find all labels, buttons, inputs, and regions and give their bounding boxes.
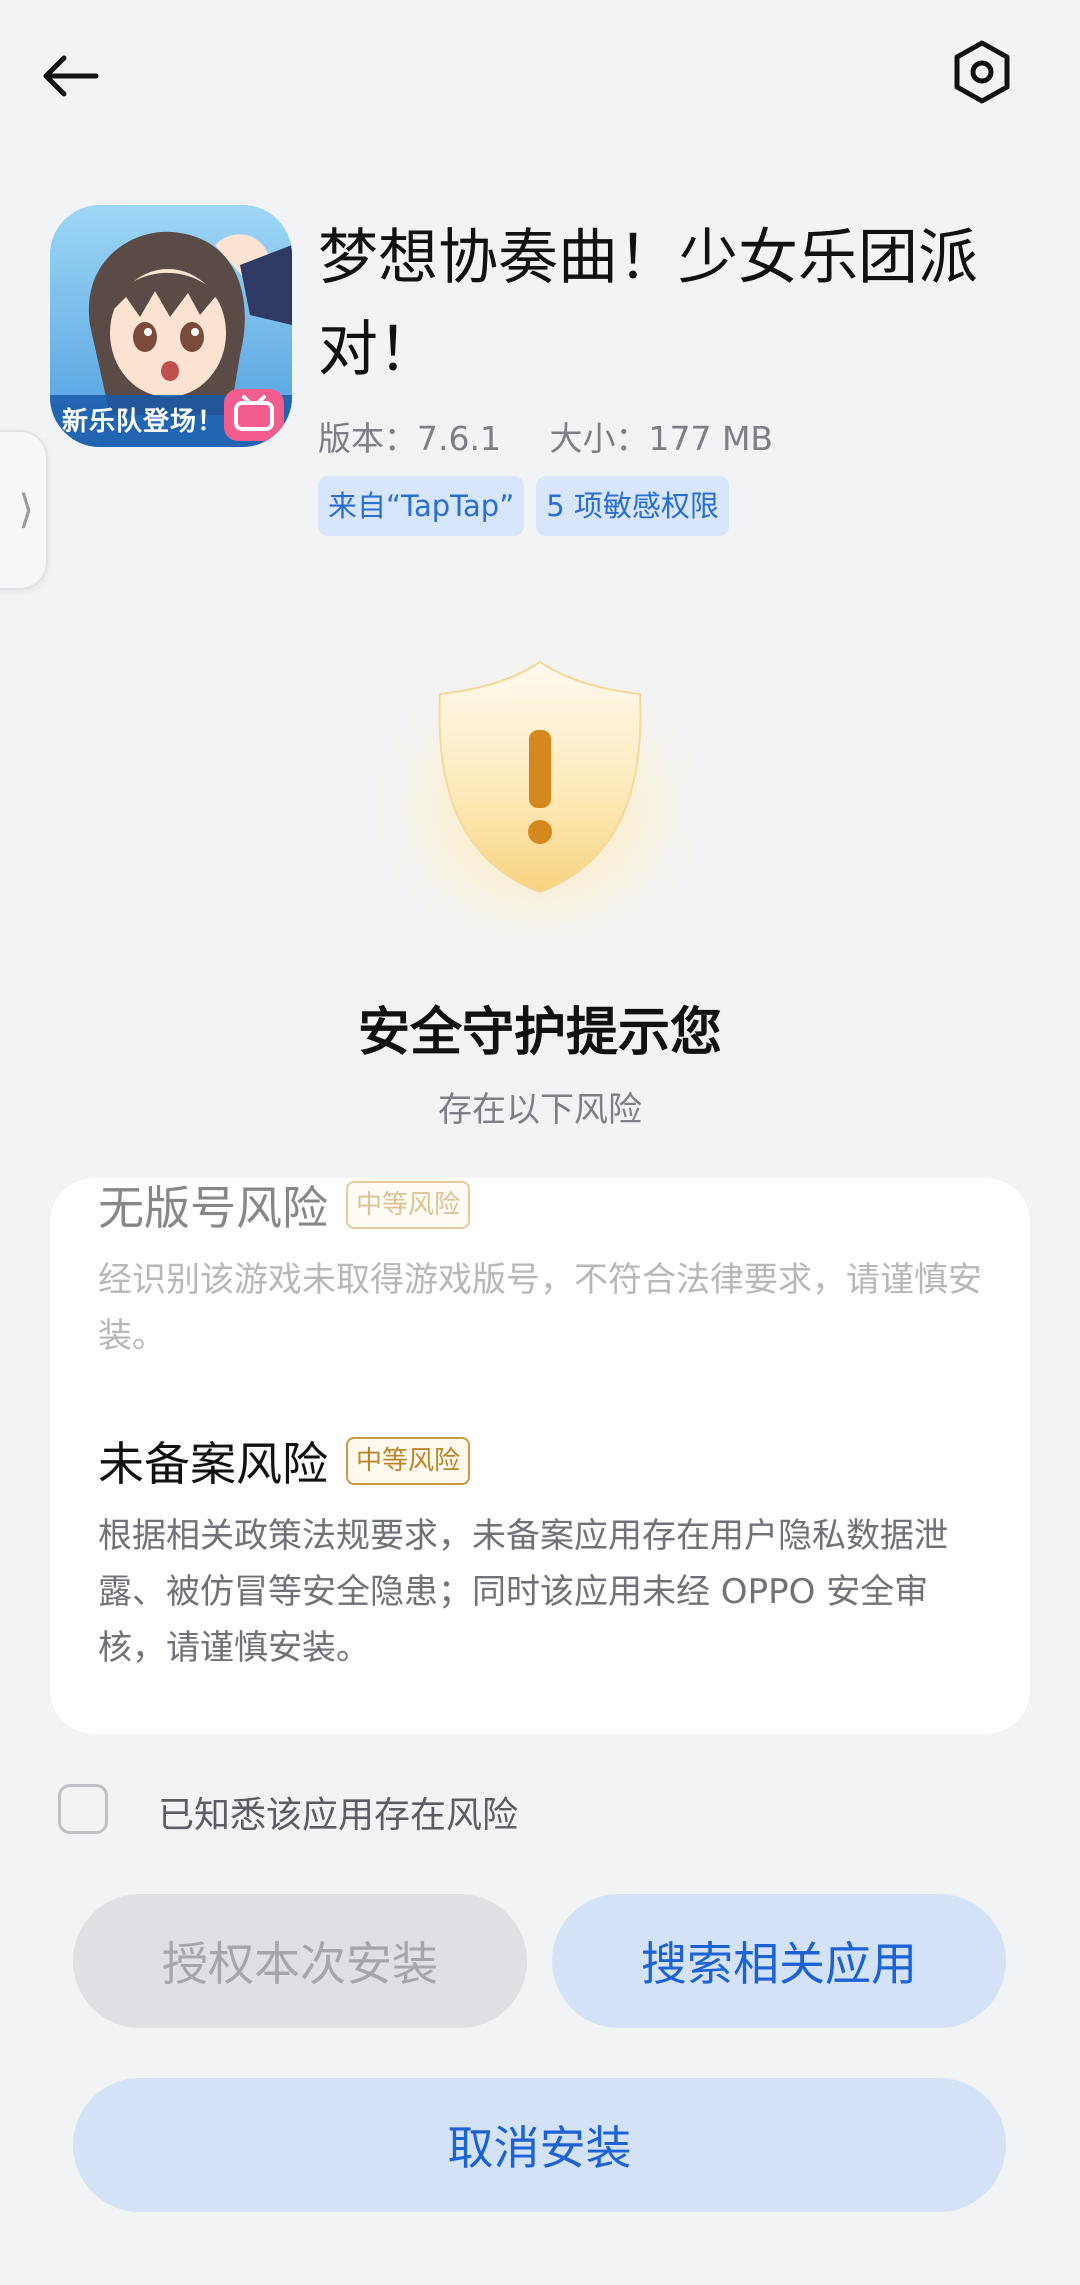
source-chip[interactable]: 来自“TapTap” bbox=[318, 476, 525, 536]
warning-title: 安全守护提示您 bbox=[357, 1003, 722, 1063]
shield-exclamation-icon bbox=[340, 610, 740, 970]
risk-title: 无版号风险 bbox=[98, 1181, 328, 1235]
app-icon-banner-text: 新乐队登场！ bbox=[62, 407, 225, 437]
permissions-chip[interactable]: 5 项敏感权限 bbox=[536, 476, 729, 536]
risk-item: 无版号风险 中等风险 经识别该游戏未取得游戏版号，不符合法律要求，请谨慎安装。 bbox=[98, 1178, 988, 1364]
authorize-install-button[interactable]: 授权本次安装 bbox=[73, 1894, 527, 2028]
search-related-apps-button[interactable]: 搜索相关应用 bbox=[552, 1894, 1006, 2028]
side-panel-handle[interactable]: ⟩ bbox=[0, 430, 48, 590]
risk-description: 根据相关政策法规要求，未备案应用存在用户隐私数据泄露、被仿冒等安全隐患；同时该应… bbox=[98, 1516, 948, 1668]
app-name: 梦想协奏曲！少女乐团派对！ bbox=[318, 223, 978, 385]
app-chips: 来自“TapTap” 5 项敏感权限 bbox=[318, 476, 729, 536]
cancel-install-button[interactable]: 取消安装 bbox=[73, 2078, 1006, 2212]
app-size: 大小：177 MB bbox=[549, 419, 774, 458]
hexagon-gear-icon bbox=[954, 40, 1010, 104]
app-meta: 版本：7.6.1 大小：177 MB bbox=[318, 412, 811, 460]
risk-title: 未备案风险 bbox=[98, 1437, 328, 1491]
risk-list-card[interactable]: 无版号风险 中等风险 经识别该游戏未取得游戏版号，不符合法律要求，请谨慎安装。 … bbox=[50, 1178, 1030, 1734]
risk-item: 未备案风险 中等风险 根据相关政策法规要求，未备案应用存在用户隐私数据泄露、被仿… bbox=[98, 1428, 988, 1676]
chevron-right-icon: ⟩ bbox=[18, 487, 34, 533]
settings-button[interactable] bbox=[940, 30, 1024, 114]
app-version: 版本：7.6.1 bbox=[318, 419, 501, 458]
acknowledge-label[interactable]: 已知悉该应用存在风险 bbox=[158, 1786, 518, 1838]
risk-level-badge: 中等风险 bbox=[346, 1437, 471, 1485]
app-icon: 新乐队登场！ bbox=[50, 205, 292, 447]
back-button[interactable] bbox=[40, 36, 132, 116]
risk-level-badge: 中等风险 bbox=[346, 1181, 471, 1229]
arrow-left-icon bbox=[43, 55, 99, 97]
acknowledge-checkbox[interactable] bbox=[58, 1784, 108, 1834]
warning-subtitle: 存在以下风险 bbox=[438, 1090, 642, 1130]
risk-description: 经识别该游戏未取得游戏版号，不符合法律要求，请谨慎安装。 bbox=[98, 1260, 982, 1356]
